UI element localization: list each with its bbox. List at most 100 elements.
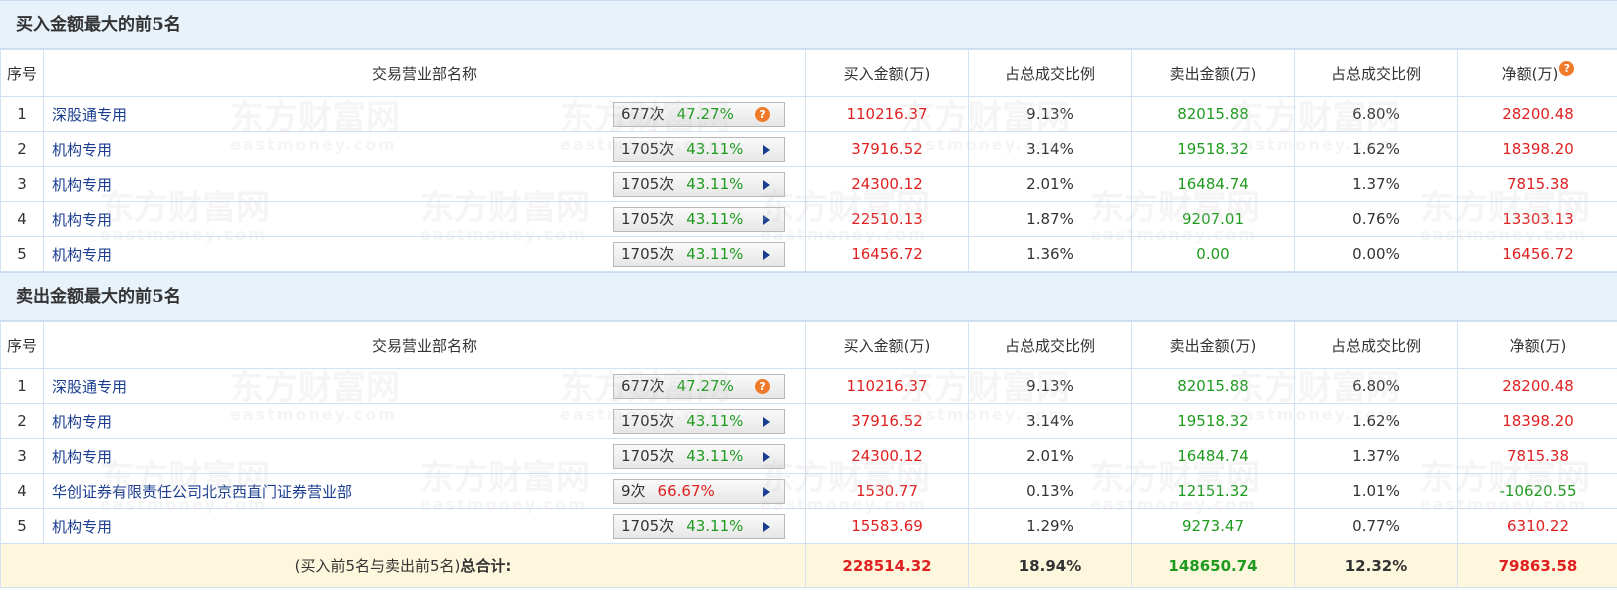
branch-cell: 机构专用 1705次 43.11% [43,131,806,167]
branch-stats-button[interactable]: 1705次 43.11% [613,172,785,197]
total-buy-ratio: 18.94% [968,543,1132,588]
branch-stats-button[interactable]: 9次 66.67% [613,479,785,504]
win-rate: 43.11% [686,140,744,158]
branch-name-link[interactable]: 机构专用 [52,518,112,536]
sell-amount: 9273.47 [1131,508,1295,544]
total-label-bold: 总合计: [460,557,512,575]
branch-name-link[interactable]: 机构专用 [52,246,112,264]
branch-stats-button[interactable]: 1705次 43.11% [613,444,785,469]
help-icon[interactable]: ? [755,107,770,122]
branch-name-link[interactable]: 机构专用 [52,141,112,159]
branch-stats-button[interactable]: 677次 47.27%? [613,102,785,127]
buy-table-header: 序号 交易营业部名称 买入金额(万) 占总成交比例 卖出金额(万) 占总成交比例… [0,49,1617,97]
branch-stats-button[interactable]: 677次 47.27%? [613,374,785,399]
listing-count: 1705次 [621,175,675,193]
branch-stats-button[interactable]: 1705次 43.11% [613,207,785,232]
win-rate: 43.11% [686,412,744,430]
table-row: 1 深股通专用 677次 47.27%? 110216.37 9.13% 82015.88 6… [0,96,1617,132]
col-net-label: 净额(万) [1501,64,1559,83]
buy-top5-title: 买入金额最大的前5名 [0,0,1617,49]
win-rate: 43.11% [686,517,744,535]
sell-ratio: 0.00% [1294,236,1458,272]
dragon-tiger-board: 买入金额最大的前5名 序号 交易营业部名称 买入金额(万) 占总成交比例 卖出金… [0,0,1617,597]
col-index: 序号 [0,321,44,369]
col-branch-name: 交易营业部名称 [43,49,806,97]
sell-ratio: 6.80% [1294,368,1458,404]
win-rate: 66.67% [657,482,715,500]
listing-count: 9次 [621,482,646,500]
buy-ratio: 3.14% [968,131,1132,167]
win-rate: 43.11% [686,447,744,465]
buy-amount: 24300.12 [805,438,969,474]
net-amount: 13303.13 [1457,201,1617,237]
branch-cell: 机构专用 1705次 43.11% [43,403,806,439]
expand-arrow-icon[interactable] [763,250,770,260]
table-row: 5 机构专用 1705次 43.11% 16456.72 1.36% 0.00 0.00% 16… [0,236,1617,272]
expand-arrow-icon[interactable] [763,417,770,427]
buy-amount: 37916.52 [805,131,969,167]
sell-amount: 82015.88 [1131,96,1295,132]
row-index: 5 [0,508,44,544]
branch-name-link[interactable]: 华创证券有限责任公司北京西直门证券营业部 [52,483,352,501]
expand-arrow-icon[interactable] [763,215,770,225]
sell-amount: 19518.32 [1131,131,1295,167]
expand-arrow-icon[interactable] [763,522,770,532]
listing-count: 1705次 [621,210,675,228]
help-icon[interactable]: ? [1559,60,1575,76]
total-label: (买入前5名与卖出前5名)总合计: [0,543,806,588]
branch-cell: 机构专用 1705次 43.11% [43,201,806,237]
buy-ratio: 9.13% [968,368,1132,404]
sell-ratio: 6.80% [1294,96,1458,132]
table-row: 4 机构专用 1705次 43.11% 22510.13 1.87% 9207.01 0.76… [0,201,1617,237]
total-sell-ratio: 12.32% [1294,543,1458,588]
total-net-amount: 79863.58 [1457,543,1617,588]
net-amount: 18398.20 [1457,131,1617,167]
win-rate: 43.11% [686,210,744,228]
expand-arrow-icon[interactable] [763,487,770,497]
branch-stats-button[interactable]: 1705次 43.11% [613,409,785,434]
table-row: 4 华创证券有限责任公司北京西直门证券营业部 9次 66.67% 1530.77 0.13… [0,473,1617,509]
buy-top5-table: 序号 交易营业部名称 买入金额(万) 占总成交比例 卖出金额(万) 占总成交比例… [0,49,1617,272]
branch-stats-button[interactable]: 1705次 43.11% [613,514,785,539]
net-amount: -10620.55 [1457,473,1617,509]
win-rate: 47.27% [676,105,734,123]
branch-cell: 机构专用 1705次 43.11% [43,236,806,272]
listing-count: 677次 [621,377,665,395]
buy-ratio: 2.01% [968,166,1132,202]
expand-arrow-icon[interactable] [763,145,770,155]
branch-name-link[interactable]: 机构专用 [52,176,112,194]
branch-name-link[interactable]: 深股通专用 [52,378,127,396]
branch-cell: 华创证券有限责任公司北京西直门证券营业部 9次 66.67% [43,473,806,509]
listing-count: 1705次 [621,245,675,263]
col-buy-amount: 买入金额(万) [805,49,969,97]
sell-ratio: 1.62% [1294,403,1458,439]
row-index: 1 [0,96,44,132]
row-index: 3 [0,438,44,474]
branch-stats-button[interactable]: 1705次 43.11% [613,242,785,267]
buy-ratio: 9.13% [968,96,1132,132]
listing-count: 1705次 [621,140,675,158]
sell-table-header: 序号 交易营业部名称 买入金额(万) 占总成交比例 卖出金额(万) 占总成交比例… [0,321,1617,369]
sell-ratio: 1.37% [1294,438,1458,474]
branch-name-link[interactable]: 机构专用 [52,413,112,431]
branch-name-link[interactable]: 机构专用 [52,211,112,229]
branch-stats-button[interactable]: 1705次 43.11% [613,137,785,162]
buy-amount: 16456.72 [805,236,969,272]
branch-name-link[interactable]: 机构专用 [52,448,112,466]
expand-arrow-icon[interactable] [763,180,770,190]
total-buy-amount: 228514.32 [805,543,969,588]
sell-table-body: 1 深股通专用 677次 47.27%? 110216.37 9.13% 82015.88 6… [0,368,1617,544]
table-row: 2 机构专用 1705次 43.11% 37916.52 3.14% 19518.32 1.6… [0,131,1617,167]
help-icon[interactable]: ? [755,379,770,394]
buy-ratio: 1.36% [968,236,1132,272]
row-index: 4 [0,201,44,237]
expand-arrow-icon[interactable] [763,452,770,462]
branch-name-link[interactable]: 深股通专用 [52,106,127,124]
buy-amount: 24300.12 [805,166,969,202]
net-amount: 18398.20 [1457,403,1617,439]
branch-cell: 机构专用 1705次 43.11% [43,508,806,544]
sell-top5-title: 卖出金额最大的前5名 [0,272,1617,321]
col-buy-ratio: 占总成交比例 [968,49,1132,97]
listing-count: 1705次 [621,517,675,535]
buy-amount: 110216.37 [805,368,969,404]
